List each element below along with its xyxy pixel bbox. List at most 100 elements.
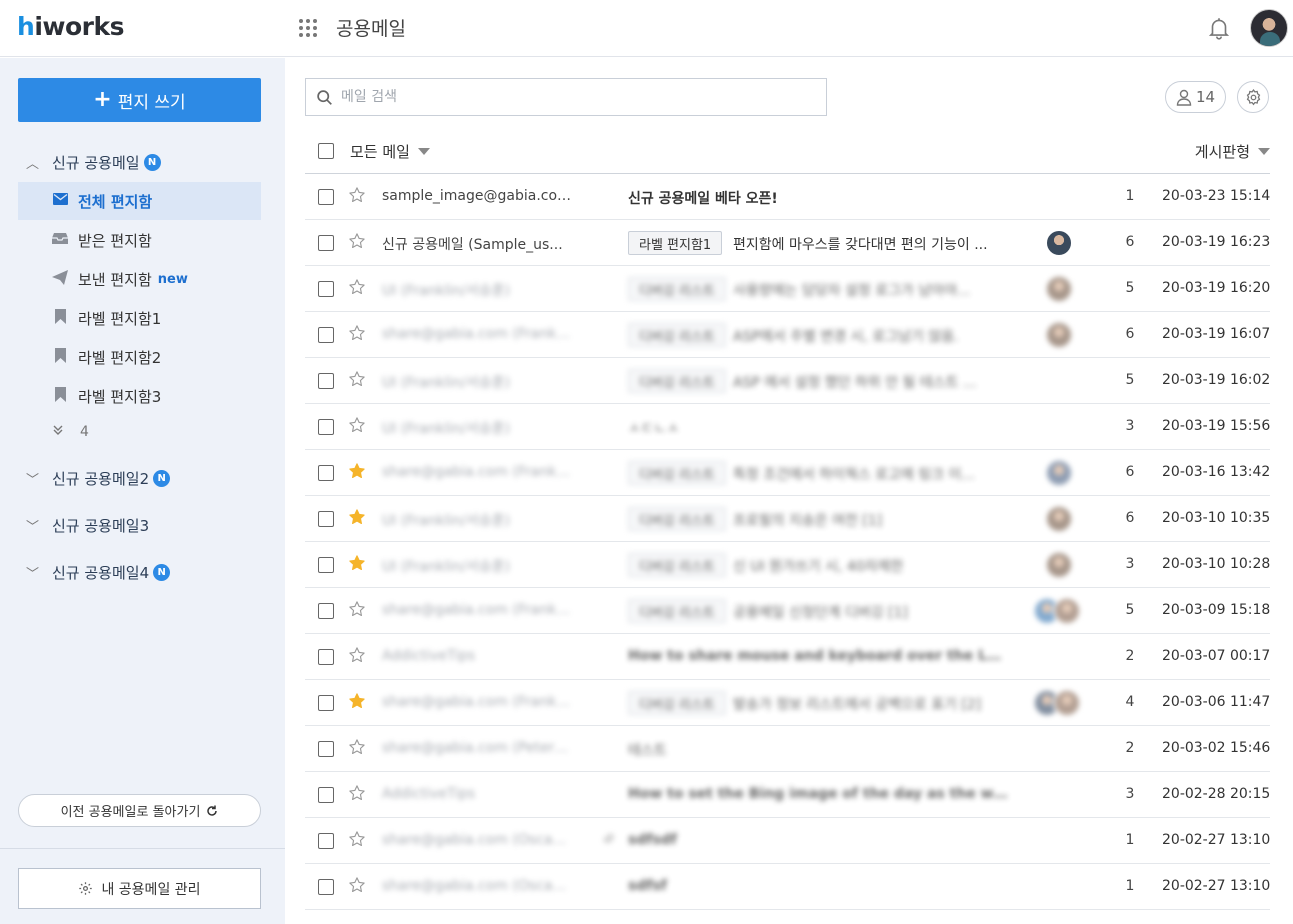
- mail-subject[interactable]: 프로필의 지송은 여전 [1]: [733, 510, 1010, 530]
- apps-grid-icon[interactable]: [299, 19, 317, 37]
- row-checkbox[interactable]: [318, 649, 334, 665]
- manage-mailbox-button[interactable]: 내 공용메일 관리: [18, 868, 261, 909]
- folder-label2[interactable]: 라벨 편지함2: [18, 338, 261, 376]
- mailbox-header-2[interactable]: ﹀ 신규 공용메일2 N: [26, 466, 171, 490]
- folder-all[interactable]: 전체 편지함: [18, 182, 261, 220]
- mail-subject[interactable]: 신규 공용메일 베타 오픈!: [628, 188, 1010, 208]
- mail-subject[interactable]: How to set the Bing image of the day as …: [628, 786, 1010, 802]
- mail-row[interactable]: UI (Franklin/서승훈) ㅅㄷㄴㅅ 3 20-03-19 15:56: [305, 404, 1270, 450]
- star-icon[interactable]: [348, 186, 366, 204]
- star-icon[interactable]: [348, 600, 366, 618]
- mail-label-tag[interactable]: 디버깅 리스트: [628, 461, 726, 485]
- bell-icon[interactable]: [1206, 15, 1232, 41]
- row-checkbox[interactable]: [318, 603, 334, 619]
- mailbox-header-3[interactable]: ﹀ 신규 공용메일3: [26, 513, 149, 537]
- mail-subject[interactable]: ASP 에서 설정 했던 하위 안 될 테스트 ...: [733, 372, 1010, 392]
- mail-label-tag[interactable]: 디버깅 리스트: [628, 599, 726, 623]
- row-checkbox[interactable]: [318, 557, 334, 573]
- row-checkbox[interactable]: [318, 833, 334, 849]
- settings-button[interactable]: [1237, 81, 1269, 113]
- mail-label-tag[interactable]: 라벨 편지함1: [628, 231, 723, 255]
- row-checkbox[interactable]: [318, 189, 334, 205]
- mail-label-tag[interactable]: 디버깅 리스트: [628, 323, 726, 347]
- mail-row[interactable]: share@gabia.com (Frankli... 디버깅 리스트 공용메일 신…: [305, 588, 1270, 634]
- star-icon[interactable]: [348, 646, 366, 664]
- search-box[interactable]: [305, 78, 827, 116]
- star-icon[interactable]: [348, 416, 366, 434]
- mail-subject[interactable]: 발송가 정보 리스트에서 공백으로 표기 [2]: [733, 694, 1010, 714]
- row-checkbox[interactable]: [318, 787, 334, 803]
- row-checkbox[interactable]: [318, 281, 334, 297]
- row-checkbox[interactable]: [318, 235, 334, 251]
- mail-row[interactable]: share@gabia.com (Frankli... 디버깅 리스트 특정 조건에…: [305, 450, 1270, 496]
- mail-row[interactable]: UI (Franklin/서승훈) 디버깅 리스트 사용량에는 담당자 설정 로그가…: [305, 266, 1270, 312]
- mail-subject[interactable]: sdfsdf: [628, 832, 1010, 848]
- mail-subject[interactable]: 공용메일 신청단계 디버깅 [1]: [733, 602, 1010, 622]
- mail-row[interactable]: share@gabia.com (Peter/... 테스트 2 20-03-02 1…: [305, 726, 1270, 772]
- star-icon[interactable]: [348, 232, 366, 250]
- star-icon[interactable]: [348, 830, 366, 848]
- row-checkbox[interactable]: [318, 465, 334, 481]
- mail-label-tag[interactable]: 디버깅 리스트: [628, 507, 726, 531]
- folder-label1[interactable]: 라벨 편지함1: [18, 299, 261, 337]
- mail-label-tag[interactable]: 디버깅 리스트: [628, 277, 726, 301]
- back-to-previous-button[interactable]: 이전 공용메일로 돌아가기: [18, 794, 261, 827]
- row-checkbox[interactable]: [318, 419, 334, 435]
- mail-row[interactable]: AddictiveTips How to share mouse and keyb…: [305, 634, 1270, 680]
- avatar: [1045, 321, 1073, 349]
- hiworks-logo[interactable]: hiworks: [17, 12, 124, 41]
- mail-row[interactable]: share@gabia.com (Frankli... 디버깅 리스트 발송가 정보…: [305, 680, 1270, 726]
- folder-sent[interactable]: 보낸 편지함 new: [18, 260, 261, 298]
- mail-subject[interactable]: 편지함에 마우스를 갖다대면 편의 기능이 ...: [733, 234, 1010, 254]
- star-filled-icon[interactable]: [348, 554, 366, 572]
- mail-row[interactable]: UI (Franklin/서승훈) 디버깅 리스트 프로필의 지송은 여전 [1] 6…: [305, 496, 1270, 542]
- row-checkbox[interactable]: [318, 695, 334, 711]
- mail-row[interactable]: share@gabia.com (Oscar/... sdfsf 1 20-02-27…: [305, 864, 1270, 910]
- mail-row[interactable]: UI (Franklin/서승훈) 디버깅 리스트 신 UI 뭔가쓰기 시, 40자…: [305, 542, 1270, 588]
- star-icon[interactable]: [348, 784, 366, 802]
- more-folders-toggle[interactable]: 4: [52, 424, 89, 440]
- mail-subject[interactable]: How to share mouse and keyboard over the…: [628, 648, 1010, 664]
- folder-inbox[interactable]: 받은 편지함: [18, 221, 261, 259]
- star-filled-icon[interactable]: [348, 508, 366, 526]
- search-input[interactable]: [341, 89, 801, 105]
- star-filled-icon[interactable]: [348, 692, 366, 710]
- mail-row[interactable]: share@gabia.com (Frankli... 디버깅 리스트 ASP에서 …: [305, 312, 1270, 358]
- mail-row[interactable]: AddictiveTips How to set the Bing image o…: [305, 772, 1270, 818]
- mailbox-header-4[interactable]: ﹀ 신규 공용메일4 N: [26, 560, 171, 584]
- star-icon[interactable]: [348, 278, 366, 296]
- row-checkbox[interactable]: [318, 879, 334, 895]
- user-avatar[interactable]: [1250, 9, 1288, 47]
- mail-filter-dropdown[interactable]: 모든 메일: [350, 141, 430, 162]
- view-mode-dropdown[interactable]: 게시판형: [1195, 141, 1270, 162]
- refresh-icon: [207, 805, 218, 816]
- mail-row[interactable]: 신규 공용메일 (Sample_us... 라벨 편지함1 편지함에 마우스를 갖다…: [305, 220, 1270, 266]
- star-icon[interactable]: [348, 370, 366, 388]
- members-button[interactable]: 14: [1165, 81, 1226, 113]
- mail-subject[interactable]: ASP에서 주별 변경 시, 로그남기 않음.: [733, 326, 1010, 346]
- row-checkbox[interactable]: [318, 327, 334, 343]
- star-icon[interactable]: [348, 738, 366, 756]
- mail-row[interactable]: UI (Franklin/서승훈) 디버깅 리스트 ASP 에서 설정 했던 하위 …: [305, 358, 1270, 404]
- star-icon[interactable]: [348, 876, 366, 894]
- mailbox-header-1[interactable]: ︿ 신규 공용메일 N: [26, 150, 161, 174]
- mail-row[interactable]: sample_image@gabia.com... 신규 공용메일 베타 오픈! 1…: [305, 174, 1270, 220]
- folder-label3[interactable]: 라벨 편지함3: [18, 377, 261, 415]
- row-checkbox[interactable]: [318, 511, 334, 527]
- select-all-checkbox[interactable]: [318, 143, 334, 159]
- mail-label-tag[interactable]: 디버깅 리스트: [628, 369, 726, 393]
- mail-subject[interactable]: ㅅㄷㄴㅅ: [628, 418, 1010, 438]
- mail-label-tag[interactable]: 디버깅 리스트: [628, 553, 726, 577]
- compose-button[interactable]: + 편지 쓰기: [18, 78, 261, 122]
- mail-row[interactable]: share@gabia.com (Oscar/... sdfsdf 1 20-02-2…: [305, 818, 1270, 864]
- mail-subject[interactable]: 특정 조건에서 하이웍스 로고에 링크 이...: [733, 464, 1010, 484]
- mail-subject[interactable]: 테스트: [628, 740, 1010, 760]
- mail-subject[interactable]: 사용량에는 담당자 설정 로그가 남아야...: [733, 280, 1010, 300]
- mail-subject[interactable]: sdfsf: [628, 878, 1010, 894]
- star-icon[interactable]: [348, 324, 366, 342]
- mail-label-tag[interactable]: 디버깅 리스트: [628, 691, 726, 715]
- row-checkbox[interactable]: [318, 741, 334, 757]
- row-checkbox[interactable]: [318, 373, 334, 389]
- mail-subject[interactable]: 신 UI 뭔가쓰기 시, 40자제한: [733, 556, 1010, 576]
- star-filled-icon[interactable]: [348, 462, 366, 480]
